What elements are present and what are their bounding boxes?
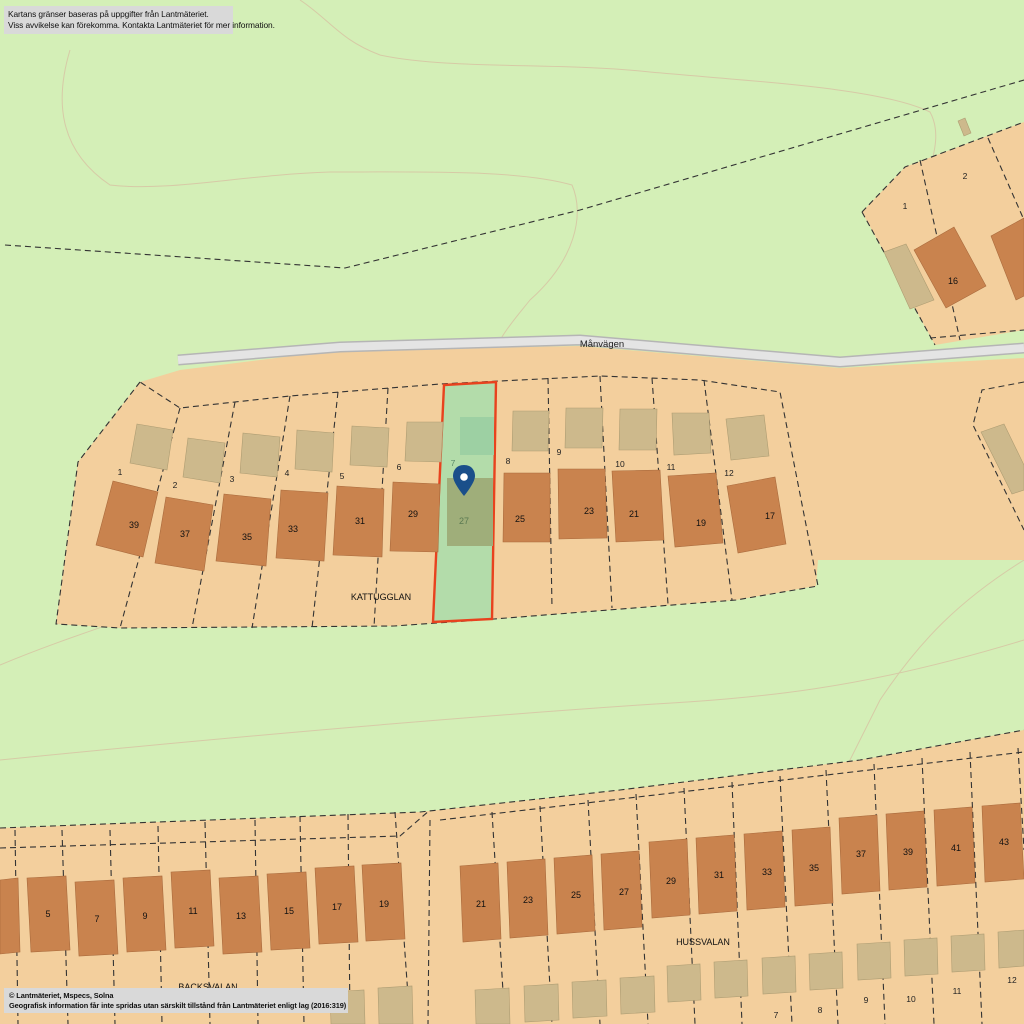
house (215, 493, 272, 567)
house-number-selected: 27 (459, 516, 469, 526)
outbuilding (725, 414, 770, 461)
house-number: 19 (696, 518, 706, 528)
outbuilding (294, 429, 335, 473)
map-disclaimer-top: Kartans gränser baseras på uppgifter frå… (4, 6, 275, 34)
outbuilding (997, 929, 1024, 969)
outbuilding (671, 412, 712, 456)
outbuilding (856, 941, 892, 981)
area-label-kattugglan: KATTUGGLAN (351, 592, 411, 602)
house-number: 17 (332, 902, 342, 912)
house-number: 33 (288, 524, 298, 534)
house-number: 15 (284, 906, 294, 916)
house (502, 472, 551, 543)
house-number: 39 (903, 847, 913, 857)
plot-label: 10 (615, 459, 625, 469)
house (726, 476, 787, 554)
outbuilding (808, 951, 844, 991)
outbuilding (903, 937, 939, 977)
disclaimer-line-1: Kartans gränser baseras på uppgifter frå… (8, 9, 209, 19)
outbuilding (571, 979, 608, 1019)
outbuilding (666, 963, 702, 1003)
house-number: 31 (355, 516, 365, 526)
house-number: 33 (762, 867, 772, 877)
house-number: 9 (142, 911, 147, 921)
house-number: 35 (809, 863, 819, 873)
plot-label: 1 (118, 467, 123, 477)
plot-label: 8 (818, 1005, 823, 1015)
outbuilding (239, 432, 281, 478)
plot-label: 10 (906, 994, 916, 1004)
outbuilding (618, 408, 658, 451)
plot-label: 1 (903, 201, 908, 211)
house (275, 489, 329, 562)
map-canvas[interactable]: Månvägen KATTUGGLAN HUSSVALAN BACKSVALAN… (0, 0, 1024, 1024)
selected-outbuilding (460, 417, 494, 455)
outbuilding (761, 955, 797, 995)
house (0, 877, 21, 955)
house-number: 25 (515, 514, 525, 524)
house-number: 21 (629, 509, 639, 519)
copyright-line-2: Geografisk information får inte spridas … (9, 1000, 347, 1010)
map-copyright: © Lantmäteriet, Mspecs, Solna Geografisk… (4, 988, 348, 1014)
house-number: 25 (571, 890, 581, 900)
outbuilding (349, 425, 390, 468)
plot-label: 5 (340, 471, 345, 481)
plot-label: 2 (173, 480, 178, 490)
plot-label: 6 (397, 462, 402, 472)
house-number: 39 (129, 520, 139, 530)
pin-dot (460, 473, 468, 481)
plot-label: 4 (285, 468, 290, 478)
copyright-line-1: © Lantmäteriet, Mspecs, Solna (9, 991, 114, 1000)
house-number: 11 (188, 906, 197, 916)
plot-label: 12 (1007, 975, 1017, 985)
outbuilding (182, 437, 226, 484)
plot-label: 9 (557, 447, 562, 457)
plot-label: 12 (724, 468, 734, 478)
area-label-hussvalan: HUSSVALAN (676, 937, 730, 947)
house-number: 43 (999, 837, 1009, 847)
plot-label-selected: 7 (451, 458, 456, 468)
house-number: 37 (180, 529, 190, 539)
disclaimer-line-2: Viss avvikelse kan förekomma. Kontakta L… (8, 19, 275, 30)
selected-house (447, 478, 493, 546)
plot-label: 11 (667, 462, 676, 472)
house-number: 29 (666, 876, 676, 886)
outbuilding (404, 421, 444, 463)
outbuilding (523, 983, 560, 1023)
plot-label: 8 (506, 456, 511, 466)
house-number: 21 (476, 899, 486, 909)
map-svg[interactable]: Månvägen KATTUGGLAN HUSSVALAN BACKSVALAN… (0, 0, 1024, 1024)
outbuilding (619, 975, 656, 1015)
house-number: 23 (523, 895, 533, 905)
house-number: 5 (45, 909, 50, 919)
house-number: 37 (856, 849, 866, 859)
outbuilding (950, 933, 986, 973)
house-number: 13 (236, 911, 246, 921)
house-number: 23 (584, 506, 594, 516)
plot-label: 3 (230, 474, 235, 484)
outbuilding (564, 407, 604, 449)
house-number: 27 (619, 887, 629, 897)
house-number: 29 (408, 509, 418, 519)
house-number: 31 (714, 870, 724, 880)
outbuilding (474, 987, 511, 1024)
house (611, 469, 665, 543)
street-label: Månvägen (580, 339, 624, 350)
outbuilding (713, 959, 749, 999)
house-number: 17 (765, 511, 775, 521)
house-number: 35 (242, 532, 252, 542)
outbuilding (511, 410, 550, 452)
plot-label: 2 (963, 171, 968, 181)
house-number: 19 (379, 899, 389, 909)
house-number: 41 (951, 843, 961, 853)
house (667, 472, 724, 548)
house (557, 468, 608, 540)
plot-label: 7 (774, 1010, 779, 1020)
plot-label: 9 (864, 995, 869, 1005)
outbuilding (129, 423, 174, 471)
plot-label: 11 (953, 986, 962, 996)
outbuilding (377, 985, 414, 1024)
house-number: 7 (94, 914, 99, 924)
house-number: 16 (948, 276, 958, 286)
